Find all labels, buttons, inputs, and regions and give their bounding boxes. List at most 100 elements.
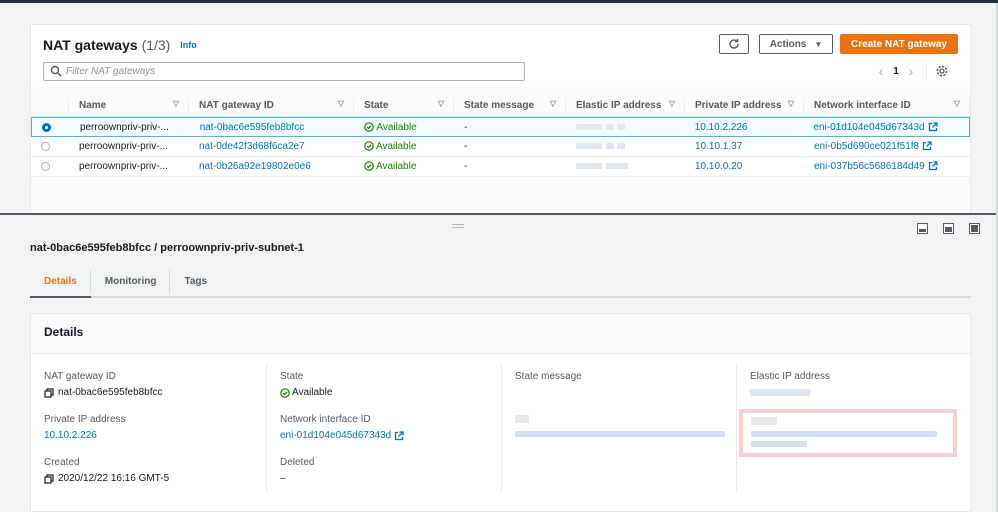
column-header-state-message[interactable]: State message ▽ (454, 93, 566, 117)
split-full-icon[interactable] (969, 223, 980, 234)
details-column-1: NAT gateway ID nat-0bac6e595feb8bfcc Pri… (31, 363, 266, 493)
previous-page-icon[interactable]: ‹ (874, 63, 888, 79)
caret-down-icon: ▼ (814, 39, 823, 49)
highlight-box (739, 409, 957, 457)
external-link-icon[interactable] (928, 161, 938, 171)
row-nat-id-link[interactable]: nat-0bac6e595feb8bfcc (190, 118, 355, 136)
tab-monitoring[interactable]: Monitoring (91, 267, 171, 296)
field-private-ip: Private IP address 10.10.2.226 (44, 414, 126, 441)
field-deleted: Deleted – (280, 457, 315, 484)
row-name: perroownpriv-priv-... (79, 140, 168, 152)
sort-icon[interactable]: ▽ (173, 99, 179, 108)
header-select (31, 93, 69, 117)
check-circle-icon (364, 161, 374, 171)
filter-field[interactable] (43, 62, 525, 81)
field-created: Created 2020/12/22 16:16 GMT-5 (44, 457, 170, 484)
row-state-message: - (464, 121, 468, 133)
sort-icon[interactable]: ▽ (788, 99, 794, 108)
next-page-icon[interactable]: › (904, 63, 918, 79)
field-network-interface-id: Network interface ID eni-01d104e045d6734… (280, 414, 404, 441)
tab-details[interactable]: Details (30, 267, 91, 298)
field-nat-gateway-id: NAT gateway ID nat-0bac6e595feb8bfcc (44, 371, 163, 398)
row-radio[interactable] (41, 161, 50, 171)
deleted-value: – (280, 473, 286, 484)
state-badge: Available (364, 122, 417, 133)
split-bottom-small-icon[interactable] (917, 223, 928, 234)
details-panel-title: Details (31, 314, 970, 354)
row-private-ip: 10.10.1.37 (695, 140, 743, 152)
sort-icon[interactable]: ▽ (338, 99, 344, 108)
create-label: Create NAT gateway (851, 38, 947, 50)
title-text: NAT gateways (43, 37, 138, 53)
column-header-nat-id[interactable]: NAT gateway ID ▽ (189, 93, 354, 117)
pagination: ‹ 1 › (874, 62, 949, 80)
refresh-icon (729, 39, 739, 49)
row-elastic-ip-redacted (566, 137, 685, 155)
redacted-content (751, 417, 937, 447)
row-nat-id-link[interactable]: nat-0de42f3d68f6ca2e7 (189, 137, 354, 155)
row-eni-link[interactable]: eni-01d104e045d67343d (813, 122, 924, 133)
table-row[interactable]: perroownpriv-priv-... nat-0b26a92e19802e… (31, 157, 970, 177)
check-circle-icon (364, 122, 375, 132)
column-header-elastic-ip[interactable]: Elastic IP address ▽ (566, 93, 685, 117)
table-row[interactable]: perroownpriv-priv-... nat-0bac6e595feb8b… (31, 117, 970, 137)
sort-icon[interactable]: ▽ (669, 99, 675, 108)
copy-icon[interactable] (44, 387, 54, 398)
row-elastic-ip-redacted (566, 157, 685, 175)
state-badge: Available (364, 141, 416, 152)
tab-tags[interactable]: Tags (170, 267, 221, 296)
external-link-icon[interactable] (922, 141, 932, 151)
copy-icon[interactable] (44, 473, 54, 484)
state-value: Available (292, 387, 333, 398)
row-private-ip: 10.10.2.226 (694, 121, 748, 133)
search-icon (50, 65, 62, 77)
nat-gateways-panel: NAT gateways (1/3) Info Actions ▼ Create… (30, 24, 971, 214)
split-bottom-medium-icon[interactable] (943, 223, 954, 234)
refresh-button[interactable] (719, 34, 749, 54)
drag-handle-icon[interactable] (452, 224, 464, 228)
gear-icon[interactable] (935, 64, 949, 78)
create-nat-gateway-button[interactable]: Create NAT gateway (840, 34, 958, 54)
sort-icon[interactable]: ▽ (954, 99, 960, 108)
private-ip-value: 10.10.2.226 (44, 430, 97, 441)
sort-icon[interactable]: ▽ (550, 99, 556, 108)
state-badge: Available (364, 161, 416, 172)
sort-icon[interactable]: ▽ (438, 99, 444, 108)
filter-input[interactable] (66, 64, 516, 79)
external-link-icon[interactable] (928, 122, 938, 132)
row-nat-id-link[interactable]: nat-0b26a92e19802e0e6 (189, 157, 354, 175)
row-elastic-ip-redacted (566, 118, 685, 136)
created-value: 2020/12/22 16:16 GMT-5 (58, 473, 170, 484)
row-eni-link[interactable]: eni-037b56c5686184d49 (814, 161, 925, 172)
selection-count: (1/3) (141, 37, 171, 53)
row-name: perroownpriv-priv-... (79, 121, 169, 133)
eni-link[interactable]: eni-01d104e045d67343d (280, 430, 391, 441)
row-private-ip: 10.10.0.20 (695, 160, 743, 172)
details-column-3: State message (501, 363, 736, 493)
nat-gateway-id-value: nat-0bac6e595feb8bfcc (58, 387, 163, 398)
external-link-icon[interactable] (394, 430, 404, 441)
field-state-message: State message (515, 371, 582, 382)
page-number[interactable]: 1 (888, 66, 904, 77)
column-header-eni[interactable]: Network interface ID ▽ (804, 93, 970, 117)
top-nav-bar (0, 0, 998, 3)
actions-dropdown[interactable]: Actions ▼ (759, 34, 833, 54)
field-elastic-ip: Elastic IP address (750, 371, 830, 399)
details-column-2: State Available Network interface ID eni… (266, 363, 501, 493)
column-header-state[interactable]: State ▽ (354, 93, 454, 117)
table-row[interactable]: perroownpriv-priv-... nat-0de42f3d68f6ca… (31, 137, 970, 157)
panel-layout-controls (917, 223, 980, 234)
detail-tabs: Details Monitoring Tags (30, 267, 971, 298)
row-eni-link[interactable]: eni-0b5d690ce021f51f8 (814, 141, 919, 152)
info-link[interactable]: Info (180, 40, 197, 50)
row-radio-selected[interactable] (42, 122, 51, 132)
column-header-private-ip[interactable]: Private IP address ▽ (685, 93, 804, 117)
row-state-message: - (464, 160, 468, 172)
redacted-content (515, 415, 725, 437)
row-radio[interactable] (41, 141, 50, 151)
split-panel-divider[interactable] (0, 213, 996, 215)
pager-divider (926, 62, 927, 80)
column-header-name[interactable]: Name ▽ (69, 93, 189, 117)
row-state-message: - (464, 140, 468, 152)
row-name: perroownpriv-priv-... (79, 160, 168, 172)
